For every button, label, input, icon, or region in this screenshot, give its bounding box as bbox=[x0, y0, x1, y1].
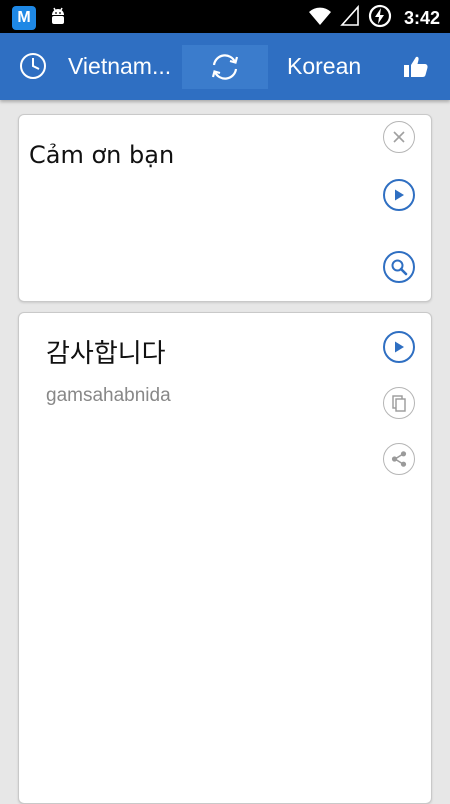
source-language-selector[interactable]: Vietnam... bbox=[68, 53, 184, 80]
history-button[interactable] bbox=[18, 51, 48, 81]
battery-charging-icon bbox=[368, 4, 392, 32]
play-icon bbox=[395, 341, 404, 353]
share-button[interactable] bbox=[383, 443, 415, 475]
output-card: 감사합니다 gamsahabnida bbox=[18, 312, 432, 804]
input-card: Cảm ơn bạn bbox=[18, 114, 432, 302]
status-bar: M 3:42 bbox=[0, 0, 450, 33]
translated-text: 감사합니다 bbox=[46, 339, 166, 369]
search-icon bbox=[391, 259, 408, 276]
wifi-icon bbox=[308, 5, 332, 31]
toolbar: Vietnam... Korean bbox=[0, 33, 450, 100]
play-source-button[interactable] bbox=[383, 179, 415, 211]
target-language-selector[interactable]: Korean bbox=[287, 53, 361, 80]
clock: 3:42 bbox=[403, 7, 440, 28]
play-translation-button[interactable] bbox=[383, 331, 415, 363]
android-debug-icon bbox=[48, 5, 68, 31]
signal-icon bbox=[340, 4, 360, 31]
like-button[interactable] bbox=[402, 53, 430, 81]
romanization-text: gamsahabnida bbox=[46, 385, 171, 406]
play-icon bbox=[395, 189, 404, 201]
app-m-icon: M bbox=[12, 6, 36, 30]
search-button[interactable] bbox=[383, 251, 415, 283]
swap-icon bbox=[211, 54, 239, 80]
copy-button[interactable] bbox=[383, 387, 415, 419]
clear-button[interactable] bbox=[383, 121, 415, 153]
share-icon bbox=[391, 451, 407, 467]
thumbs-up-icon bbox=[404, 56, 428, 77]
clear-icon bbox=[393, 131, 405, 143]
copy-icon bbox=[392, 395, 406, 412]
source-text-input[interactable]: Cảm ơn bạn bbox=[29, 141, 174, 169]
notification-icons: M bbox=[12, 5, 68, 31]
system-icons: 3:42 bbox=[308, 4, 440, 32]
swap-languages-button[interactable] bbox=[182, 45, 268, 89]
history-icon bbox=[20, 53, 46, 79]
